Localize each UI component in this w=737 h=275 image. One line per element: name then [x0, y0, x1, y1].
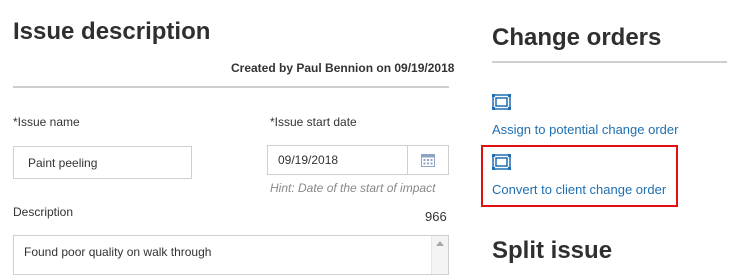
issue-name-label: *Issue name [13, 115, 80, 129]
start-date-label: *Issue start date [270, 115, 357, 129]
section-divider [13, 86, 449, 88]
created-by-text: Created by Paul Bennion on 09/19/2018 [231, 61, 455, 75]
assign-potential-change-order-link[interactable]: Assign to potential change order [492, 122, 678, 137]
split-issue-title: Split issue [492, 237, 613, 264]
page-title: Issue description [13, 18, 211, 45]
convert-client-change-order-link[interactable]: Convert to client change order [492, 182, 666, 197]
calendar-button[interactable] [408, 146, 448, 174]
change-order-icon[interactable] [492, 94, 511, 110]
issue-name-value: Paint peeling [28, 155, 98, 170]
calendar-icon [421, 154, 435, 167]
description-value: Found poor quality on walk through [24, 245, 212, 259]
character-count: 966 [425, 209, 447, 224]
start-date-hint: Hint: Date of the start of impact [270, 181, 436, 195]
description-label: Description [13, 205, 74, 219]
start-date-value: 09/19/2018 [278, 153, 339, 167]
description-scrollbar[interactable] [431, 236, 448, 274]
issue-name-field[interactable]: Paint peeling [13, 146, 192, 179]
scroll-up-icon[interactable] [436, 241, 444, 246]
section-divider [492, 61, 727, 63]
change-orders-title: Change orders [492, 24, 662, 51]
change-order-icon[interactable] [492, 154, 511, 170]
description-textarea[interactable]: Found poor quality on walk through [13, 235, 449, 275]
